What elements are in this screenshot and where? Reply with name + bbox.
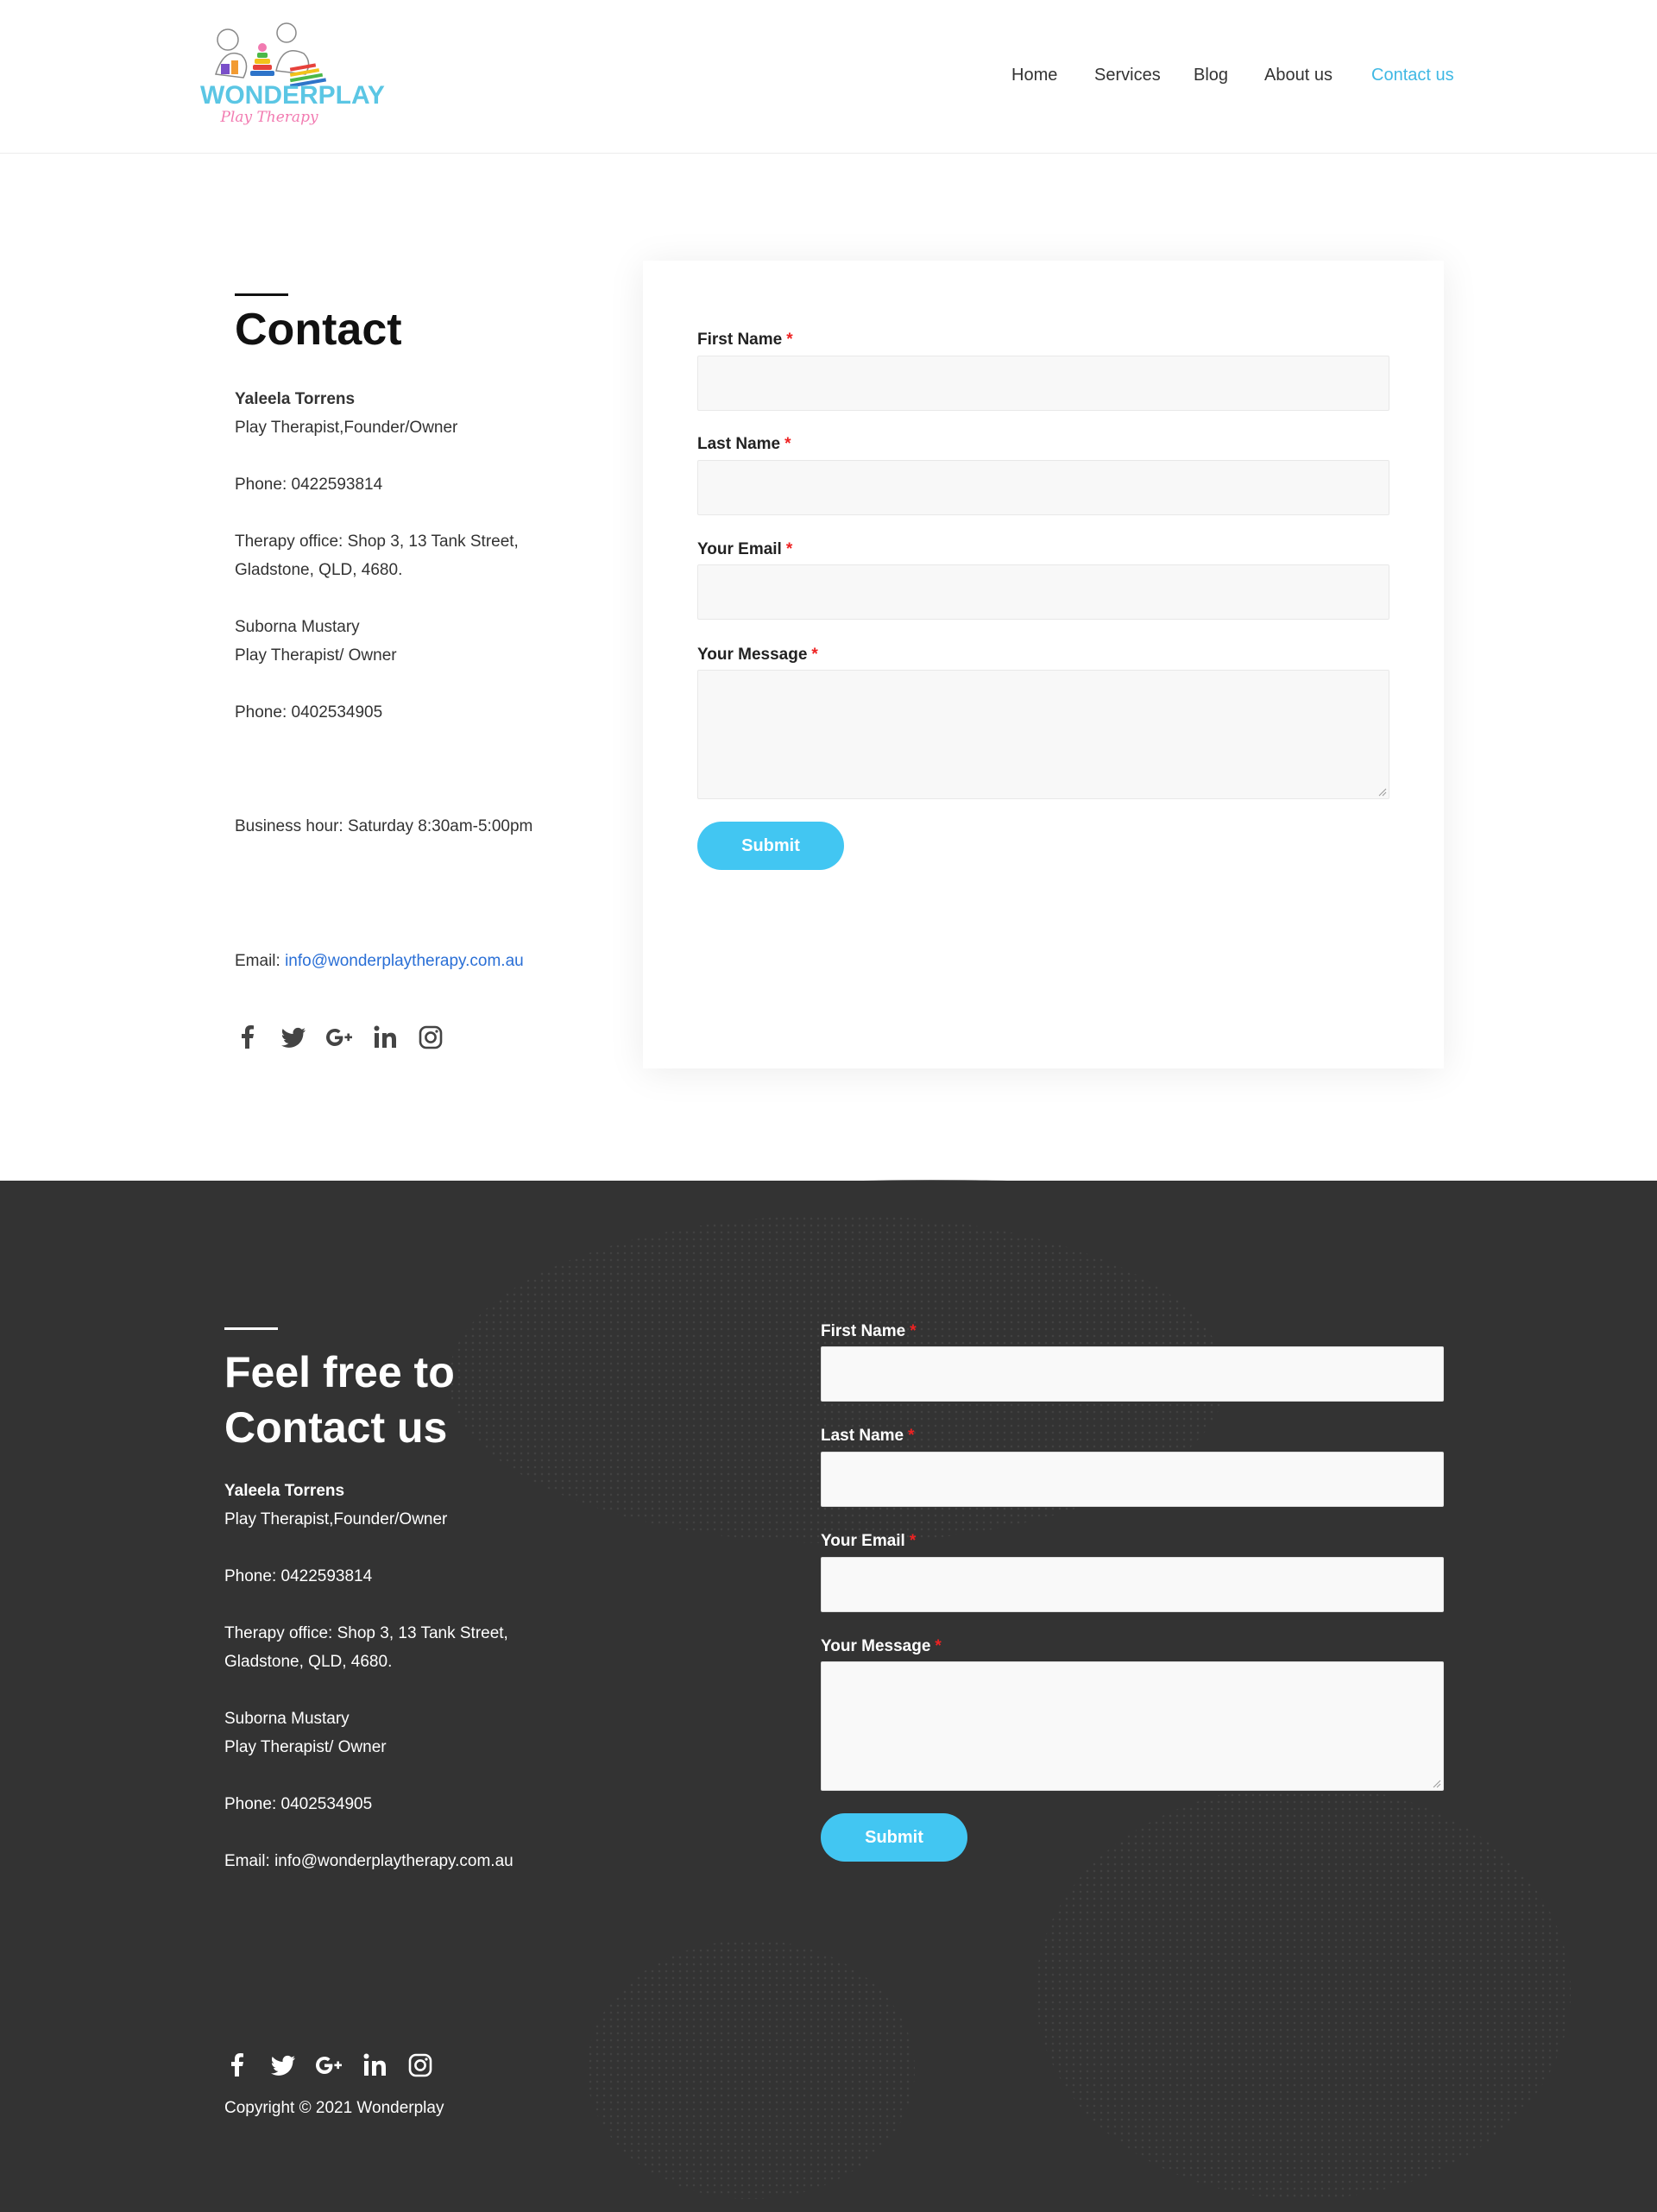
site-header: WONDERPLAY Play Therapy Home Services Bl… [0, 0, 1657, 154]
email-label: Your Email * [697, 540, 793, 558]
person2-phone: Phone: 0402534905 [235, 703, 383, 722]
footer-message-textarea[interactable] [821, 1661, 1444, 1791]
footer-submit-button[interactable]: Submit [821, 1813, 967, 1862]
page-title: Contact [235, 305, 402, 355]
first-name-label: First Name * [697, 331, 793, 349]
person2-role: Play Therapist/ Owner [235, 646, 397, 665]
required-mark: * [935, 1637, 942, 1655]
logo-tagline: Play Therapy [220, 109, 318, 126]
required-mark: * [910, 1322, 917, 1340]
business-hours: Business hour: Saturday 8:30am-5:00pm [235, 817, 533, 835]
linkedin-icon[interactable] [370, 1023, 400, 1052]
office-address-line1: Therapy office: Shop 3, 13 Tank Street, [235, 533, 519, 551]
nav-item-contact-us[interactable]: Contact us [1371, 66, 1454, 85]
title-divider [235, 293, 288, 296]
footer-office-line1: Therapy office: Shop 3, 13 Tank Street, [224, 1624, 508, 1642]
nav-item-blog[interactable]: Blog [1194, 66, 1228, 85]
person2-name: Suborna Mustary [235, 618, 360, 636]
email-field[interactable] [697, 564, 1389, 620]
world-map-pattern [587, 1940, 915, 2199]
footer-person2-role: Play Therapist/ Owner [224, 1738, 387, 1756]
email-prefix: Email: [235, 952, 280, 970]
message-label: Your Message * [697, 646, 818, 664]
person1-role: Play Therapist,Founder/Owner [235, 419, 458, 437]
instagram-icon[interactable] [406, 2051, 435, 2080]
contact-form-card: First Name * Last Name * Your Email * Your … [643, 261, 1444, 1068]
footer-person2-name: Suborna Mustary [224, 1710, 350, 1728]
footer-person1-phone: Phone: 0422593814 [224, 1567, 373, 1585]
contact-email-line: Email: info@wonderplaytherapy.com.au [235, 947, 524, 975]
copyright-text: Copyright © 2021 Wonderplay [224, 2099, 444, 2117]
social-links [233, 1023, 462, 1052]
submit-button[interactable]: Submit [697, 822, 844, 870]
last-name-label: Last Name * [697, 435, 791, 453]
nav-item-about-us[interactable]: About us [1264, 66, 1333, 85]
linkedin-icon[interactable] [360, 2051, 389, 2080]
footer-title-divider [224, 1327, 278, 1330]
nav-item-home[interactable]: Home [1011, 66, 1057, 85]
first-name-field[interactable] [697, 356, 1389, 411]
main-nav: Home Services Blog About us Contact us [0, 66, 1657, 91]
required-mark: * [909, 1532, 917, 1550]
nav-item-services[interactable]: Services [1094, 66, 1161, 85]
google-plus-icon[interactable] [314, 2051, 343, 2080]
required-mark: * [811, 646, 818, 664]
footer-last-name-label: Last Name * [821, 1427, 915, 1445]
footer-person1-name: Yaleela Torrens [224, 1482, 345, 1500]
footer-message-label: Your Message * [821, 1637, 942, 1655]
footer-office-line2: Gladstone, QLD, 4680. [224, 1653, 393, 1671]
person1-phone: Phone: 0422593814 [235, 476, 383, 494]
person1-name: Yaleela Torrens [235, 390, 356, 408]
footer-first-name-field[interactable] [821, 1346, 1444, 1402]
twitter-icon[interactable] [268, 2051, 298, 2080]
twitter-icon[interactable] [279, 1023, 308, 1052]
footer-person1-role: Play Therapist,Founder/Owner [224, 1510, 448, 1528]
required-mark: * [908, 1427, 915, 1445]
required-mark: * [785, 540, 793, 558]
footer-first-name-label: First Name * [821, 1322, 917, 1340]
office-address-line2: Gladstone, QLD, 4680. [235, 561, 403, 579]
instagram-icon[interactable] [416, 1023, 445, 1052]
email-link[interactable]: info@wonderplaytherapy.com.au [285, 952, 524, 970]
footer-email-label: Your Email * [821, 1532, 917, 1550]
footer-email[interactable]: Email: info@wonderplaytherapy.com.au [224, 1847, 513, 1875]
footer-last-name-field[interactable] [821, 1452, 1444, 1507]
footer-person2-phone: Phone: 0402534905 [224, 1795, 373, 1813]
resize-handle-icon[interactable] [1431, 1778, 1441, 1788]
footer-title: Feel free to Contact us [224, 1348, 455, 1452]
resize-handle-icon[interactable] [1377, 786, 1387, 797]
required-mark: * [786, 331, 793, 349]
world-map-pattern [1036, 1785, 1571, 2199]
message-textarea[interactable] [697, 670, 1389, 799]
last-name-field[interactable] [697, 460, 1389, 515]
footer-social-links [223, 2051, 451, 2080]
google-plus-icon[interactable] [324, 1023, 354, 1052]
footer-email-field[interactable] [821, 1557, 1444, 1612]
facebook-icon[interactable] [223, 2051, 252, 2080]
required-mark: * [784, 435, 791, 453]
facebook-icon[interactable] [233, 1023, 262, 1052]
